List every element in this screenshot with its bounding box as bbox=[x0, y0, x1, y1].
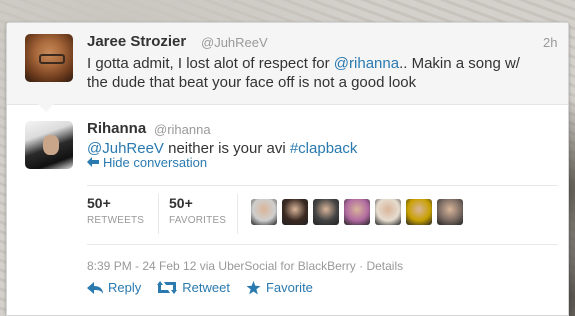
parent-text-line2: the dude that beat your face off is not … bbox=[87, 74, 417, 91]
author-name[interactable]: Rihanna bbox=[87, 120, 146, 137]
parent-tweet-text: I gotta admit, I lost alot of respect fo… bbox=[87, 54, 557, 92]
divider-top bbox=[87, 185, 558, 186]
avatar-jaree[interactable] bbox=[25, 34, 73, 82]
retweets-count: 50+ bbox=[87, 195, 111, 211]
stat-separator bbox=[237, 194, 238, 234]
retweet-button[interactable]: Retweet bbox=[157, 280, 230, 295]
favoriter-avatar[interactable] bbox=[375, 199, 401, 225]
star-icon bbox=[246, 280, 261, 295]
retweets-stat[interactable]: 50+ RETWEETS bbox=[87, 195, 144, 226]
divider-bottom bbox=[87, 244, 558, 245]
parent-timestamp[interactable]: 2h bbox=[543, 35, 557, 50]
tweet-actions: Reply Retweet Favorite bbox=[87, 280, 313, 295]
hide-conversation-label: Hide conversation bbox=[103, 155, 208, 170]
favorites-count: 50+ bbox=[169, 195, 193, 211]
back-arrow-icon bbox=[87, 155, 99, 170]
favorite-label: Favorite bbox=[265, 280, 313, 295]
favorites-stat[interactable]: 50+ FAVORITES bbox=[169, 195, 226, 226]
retweet-label: Retweet bbox=[182, 280, 230, 295]
tweet-card: Jaree Strozier @JuhReeV 2h I gotta admit… bbox=[6, 22, 569, 316]
conversation-caret bbox=[37, 103, 55, 112]
parent-author-name[interactable]: Jaree Strozier bbox=[87, 33, 186, 50]
reply-button[interactable]: Reply bbox=[87, 280, 141, 295]
favoriter-avatars bbox=[251, 199, 463, 225]
mention-link[interactable]: @rihanna bbox=[334, 55, 399, 72]
parent-text-part: I gotta admit, I lost alot of respect fo… bbox=[87, 55, 334, 72]
favoriter-avatar[interactable] bbox=[437, 199, 463, 225]
favoriter-avatar[interactable] bbox=[313, 199, 339, 225]
author-handle[interactable]: @rihanna bbox=[154, 122, 211, 137]
parent-tweet[interactable]: Jaree Strozier @JuhReeV 2h I gotta admit… bbox=[7, 23, 568, 105]
favoriter-avatar[interactable] bbox=[406, 199, 432, 225]
parent-author-handle[interactable]: @JuhReeV bbox=[201, 35, 268, 50]
favoriter-avatar[interactable] bbox=[282, 199, 308, 225]
tweet-meta[interactable]: 8:39 PM - 24 Feb 12 via UberSocial for B… bbox=[87, 259, 403, 273]
parent-text-part: .. Makin a song w/ bbox=[399, 55, 520, 72]
favorites-label: FAVORITES bbox=[169, 215, 227, 226]
retweet-icon bbox=[157, 281, 178, 294]
hide-conversation-link[interactable]: Hide conversation bbox=[87, 155, 207, 170]
reply-label: Reply bbox=[108, 280, 142, 295]
favoriter-avatar[interactable] bbox=[251, 199, 277, 225]
favoriter-avatar[interactable] bbox=[344, 199, 370, 225]
reply-icon bbox=[87, 281, 103, 294]
hashtag-link[interactable]: #clapback bbox=[290, 140, 358, 157]
retweets-label: RETWEETS bbox=[87, 215, 145, 226]
favorite-button[interactable]: Favorite bbox=[246, 280, 313, 295]
avatar-rihanna[interactable] bbox=[25, 121, 73, 169]
stat-separator bbox=[158, 194, 159, 234]
